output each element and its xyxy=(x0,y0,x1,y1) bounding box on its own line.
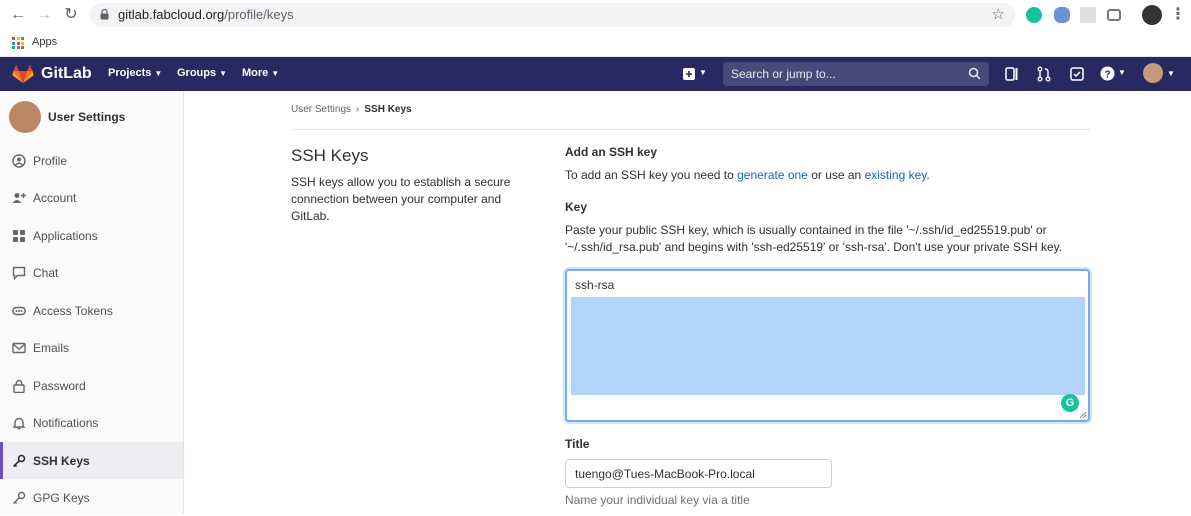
lock-icon xyxy=(13,379,25,393)
sidebar-item-account[interactable]: Account xyxy=(0,179,183,216)
extension-icon[interactable] xyxy=(1054,7,1070,23)
sidebar-item-gpg-keys[interactable]: GPG Keys xyxy=(0,479,183,516)
browser-menu-icon[interactable]: ⋮ xyxy=(1168,5,1188,25)
browser-toolbar: ← → ↻ gitlab.fabcloud.org/profile/keys ☆… xyxy=(0,0,1191,30)
chevron-down-icon[interactable]: ▼ xyxy=(1167,69,1175,78)
sidebar-item-emails[interactable]: Emails xyxy=(0,329,183,366)
key-icon xyxy=(13,491,26,504)
apps-icon[interactable] xyxy=(12,37,24,49)
gitlab-brand[interactable]: GitLab xyxy=(41,65,92,83)
resize-handle-icon[interactable] xyxy=(1079,411,1087,419)
add-key-instructions: To add an SSH key you need to generate o… xyxy=(565,168,930,182)
sidebar-item-label: Password xyxy=(33,379,86,393)
lock-icon xyxy=(100,9,109,20)
forward-icon[interactable]: → xyxy=(34,5,54,25)
page-title: SSH Keys xyxy=(291,146,369,165)
help-icon: ? xyxy=(1100,66,1115,81)
apps-bookmark[interactable]: Apps xyxy=(32,36,57,48)
email-icon xyxy=(12,342,26,354)
sidebar-title: User Settings xyxy=(48,110,126,124)
existing-key-link[interactable]: existing key xyxy=(865,168,927,182)
breadcrumb: User Settings › SSH Keys xyxy=(291,104,412,115)
svg-text:?: ? xyxy=(1104,70,1110,81)
bookmarks-bar: Apps xyxy=(0,30,1191,57)
todo-icon[interactable] xyxy=(1069,66,1085,82)
page-description: SSH keys allow you to establish a secure… xyxy=(291,175,511,223)
sidebar-item-label: Profile xyxy=(33,154,68,168)
back-icon[interactable]: ← xyxy=(8,5,28,25)
sidebar-item-password[interactable]: Password xyxy=(0,367,183,404)
address-bar[interactable]: gitlab.fabcloud.org/profile/keys ☆ xyxy=(90,3,1015,27)
breadcrumb-current[interactable]: SSH Keys xyxy=(364,104,411,115)
profile-avatar[interactable] xyxy=(1142,5,1162,25)
new-dropdown[interactable]: ▼ xyxy=(683,66,709,82)
gitlab-logo-icon[interactable] xyxy=(12,64,34,84)
grammarly-icon[interactable]: G xyxy=(1061,394,1079,412)
extension-icon[interactable] xyxy=(1080,7,1096,23)
more-menu[interactable]: More ▼ xyxy=(242,67,279,79)
title-label: Title xyxy=(565,437,590,451)
sidebar-item-label: SSH Keys xyxy=(33,454,90,468)
settings-sidebar: User Settings Profile Account Applicatio… xyxy=(0,91,184,514)
issues-sidebar-icon[interactable] xyxy=(1004,66,1020,82)
search-input[interactable]: Search or jump to... xyxy=(723,62,989,86)
projects-menu[interactable]: Projects ▼ xyxy=(108,67,162,79)
sidebar-item-label: Chat xyxy=(33,266,59,280)
sidebar-item-label: Applications xyxy=(33,229,98,243)
user-avatar xyxy=(9,101,41,133)
token-icon xyxy=(12,306,26,316)
sidebar-item-applications[interactable]: Applications xyxy=(0,217,183,254)
sidebar-item-chat[interactable]: Chat xyxy=(0,254,183,291)
title-hint: Name your individual key via a title xyxy=(565,493,750,507)
bell-icon xyxy=(12,417,26,430)
camera-icon[interactable] xyxy=(1107,9,1121,21)
bookmark-star-icon[interactable]: ☆ xyxy=(992,5,1005,23)
breadcrumb-parent[interactable]: User Settings xyxy=(291,104,351,115)
divider xyxy=(291,129,1090,130)
account-icon xyxy=(12,193,26,203)
key-label: Key xyxy=(565,200,588,214)
groups-menu[interactable]: Groups ▼ xyxy=(177,67,227,79)
merge-request-icon[interactable] xyxy=(1036,66,1052,82)
sidebar-item-access-tokens[interactable]: Access Tokens xyxy=(0,292,183,329)
search-icon xyxy=(968,67,981,80)
key-help-text: Paste your public SSH key, which is usua… xyxy=(565,223,1063,254)
key-textarea[interactable]: ssh-rsa G xyxy=(565,269,1090,422)
sidebar-item-label: Emails xyxy=(33,341,70,355)
url-text: gitlab.fabcloud.org/profile/keys xyxy=(118,7,294,22)
chat-icon xyxy=(12,266,26,280)
key-value: ssh-rsa xyxy=(575,278,615,292)
profile-icon xyxy=(12,154,26,168)
sidebar-item-ssh-keys[interactable]: SSH Keys xyxy=(0,442,183,479)
add-key-heading: Add an SSH key xyxy=(565,145,658,159)
user-avatar[interactable] xyxy=(1143,63,1163,83)
sidebar-item-label: GPG Keys xyxy=(33,491,90,505)
gitlab-header: GitLab Projects ▼ Groups ▼ More ▼ ▼ Search … xyxy=(0,57,1191,91)
sidebar-item-notifications[interactable]: Notifications xyxy=(0,404,183,441)
reload-icon[interactable]: ↻ xyxy=(61,5,81,25)
breadcrumb-separator-icon: › xyxy=(356,104,360,115)
sidebar-item-profile[interactable]: Profile xyxy=(0,142,183,179)
sidebar-item-label: Account xyxy=(33,191,77,205)
sidebar-item-label: Notifications xyxy=(33,416,99,430)
key-selection-highlight xyxy=(571,297,1085,395)
chevron-down-icon: ▼ xyxy=(699,68,707,77)
generate-one-link[interactable]: generate one xyxy=(737,168,808,182)
title-input[interactable]: tuengo@Tues-MacBook-Pro.local xyxy=(565,459,832,488)
grammarly-extension-icon[interactable] xyxy=(1026,7,1042,23)
applications-icon xyxy=(13,230,25,242)
sidebar-header[interactable]: User Settings xyxy=(0,91,183,141)
help-dropdown[interactable]: ? ▼ xyxy=(1100,66,1128,82)
key-icon xyxy=(12,454,26,468)
sidebar-item-label: Access Tokens xyxy=(33,304,113,318)
plus-square-icon xyxy=(683,68,695,80)
chevron-down-icon: ▼ xyxy=(1118,68,1126,77)
